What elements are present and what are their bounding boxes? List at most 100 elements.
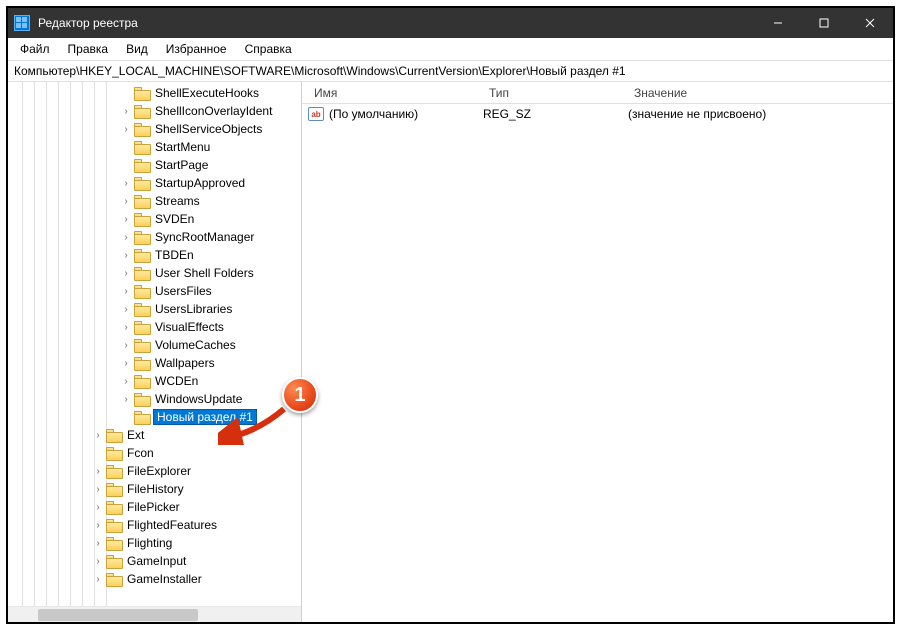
expander-icon[interactable]: ›	[120, 322, 132, 333]
expander-icon[interactable]: ›	[120, 304, 132, 315]
tree-node-label: Wallpapers	[153, 356, 217, 370]
tree-node[interactable]: ›GameInstaller	[8, 570, 301, 588]
horizontal-scrollbar[interactable]	[8, 606, 301, 622]
tree-node-label: FlightedFeatures	[125, 518, 219, 532]
string-value-icon: ab	[308, 107, 324, 121]
tree-node[interactable]: › Ext	[8, 426, 301, 444]
tree-node[interactable]: Fcon	[8, 444, 301, 462]
tree-node-label: FilePicker	[125, 500, 182, 514]
tree-node-label: FileHistory	[125, 482, 186, 496]
tree-node-label: Ext	[125, 428, 146, 442]
list-row[interactable]: ab (По умолчанию) REG_SZ (значение не пр…	[302, 104, 893, 124]
tree-node[interactable]: › StartupApproved	[8, 174, 301, 192]
column-value[interactable]: Значение	[628, 84, 893, 102]
folder-icon	[134, 285, 149, 297]
expander-icon[interactable]: ›	[120, 286, 132, 297]
tree-node-label: UsersLibraries	[153, 302, 234, 316]
tree-node[interactable]: ›Streams	[8, 192, 301, 210]
tree-node[interactable]: › WindowsUpdate	[8, 390, 301, 408]
expander-icon[interactable]: ›	[120, 394, 132, 405]
menu-favorites[interactable]: Избранное	[158, 40, 235, 58]
expander-icon[interactable]: ›	[92, 466, 104, 477]
folder-icon	[134, 375, 149, 387]
expander-icon[interactable]: ›	[120, 214, 132, 225]
tree-node-label: StartupApproved	[153, 176, 247, 190]
tree-node-label: User Shell Folders	[153, 266, 256, 280]
maximize-button[interactable]	[801, 8, 847, 38]
expander-icon[interactable]: ›	[120, 358, 132, 369]
tree-node[interactable]: StartPage	[8, 156, 301, 174]
tree-node-label: Flighting	[125, 536, 174, 550]
tree-node-label: ShellExecuteHooks	[153, 86, 261, 100]
expander-icon[interactable]: ›	[120, 196, 132, 207]
tree-node[interactable]: › FileHistory	[8, 480, 301, 498]
expander-icon[interactable]: ›	[92, 556, 104, 567]
expander-icon[interactable]: ›	[120, 124, 132, 135]
expander-icon[interactable]: ›	[92, 484, 104, 495]
tree-node[interactable]: › WCDEn	[8, 372, 301, 390]
tree-node[interactable]: ›ShellServiceObjects	[8, 120, 301, 138]
minimize-button[interactable]	[755, 8, 801, 38]
tree-node[interactable]: › User Shell Folders	[8, 264, 301, 282]
tree-node[interactable]: › FilePicker	[8, 498, 301, 516]
window-title: Редактор реестра	[38, 16, 138, 30]
tree-node[interactable]: › Flighting	[8, 534, 301, 552]
tree-node[interactable]: › TBDEn	[8, 246, 301, 264]
tree-node[interactable]: ›GameInput	[8, 552, 301, 570]
titlebar[interactable]: Редактор реестра	[8, 8, 893, 38]
app-icon	[14, 15, 30, 31]
expander-icon[interactable]: ›	[120, 250, 132, 261]
expander-icon[interactable]: ›	[92, 520, 104, 531]
tree-node[interactable]: StartMenu	[8, 138, 301, 156]
expander-icon[interactable]: ›	[92, 430, 104, 441]
tree-node-label: SyncRootManager	[153, 230, 256, 244]
tree-node-label: WCDEn	[153, 374, 200, 388]
tree-node-label-editing[interactable]: Новый раздел #1	[153, 409, 257, 425]
tree-node[interactable]: ›ShellIconOverlayIdent	[8, 102, 301, 120]
column-type[interactable]: Тип	[483, 84, 628, 102]
tree-node-label: TBDEn	[153, 248, 196, 262]
expander-icon[interactable]: ›	[92, 502, 104, 513]
menubar: Файл Правка Вид Избранное Справка	[8, 38, 893, 61]
folder-icon	[134, 321, 149, 333]
expander-icon[interactable]: ›	[120, 340, 132, 351]
tree-node[interactable]: ›UsersFiles	[8, 282, 301, 300]
tree-node[interactable]: ›VolumeCaches	[8, 336, 301, 354]
expander-icon[interactable]: ›	[92, 574, 104, 585]
folder-icon	[134, 159, 149, 171]
expander-icon[interactable]: ›	[120, 376, 132, 387]
address-bar[interactable]: Компьютер\HKEY_LOCAL_MACHINE\SOFTWARE\Mi…	[8, 61, 893, 82]
window: Редактор реестра Файл Правка Вид Избранн…	[6, 6, 895, 624]
expander-icon[interactable]: ›	[120, 232, 132, 243]
tree-node[interactable]: › UsersLibraries	[8, 300, 301, 318]
tree-node[interactable]: › FlightedFeatures	[8, 516, 301, 534]
folder-icon	[134, 105, 149, 117]
expander-icon[interactable]: ›	[120, 268, 132, 279]
address-path: Компьютер\HKEY_LOCAL_MACHINE\SOFTWARE\Mi…	[14, 64, 626, 78]
tree-node[interactable]: ShellExecuteHooks	[8, 84, 301, 102]
menu-view[interactable]: Вид	[118, 40, 156, 58]
tree-node-label: WindowsUpdate	[153, 392, 244, 406]
expander-icon[interactable]: ›	[120, 178, 132, 189]
folder-icon	[134, 141, 149, 153]
menu-help[interactable]: Справка	[237, 40, 300, 58]
column-name[interactable]: Имя	[308, 84, 483, 102]
expander-icon[interactable]: ›	[120, 106, 132, 117]
tree-node[interactable]: › Wallpapers	[8, 354, 301, 372]
tree-node[interactable]: Новый раздел #1	[8, 408, 301, 426]
folder-icon	[134, 231, 149, 243]
tree-node[interactable]: ›FileExplorer	[8, 462, 301, 480]
expander-icon[interactable]: ›	[92, 538, 104, 549]
tree-node-label: VisualEffects	[153, 320, 226, 334]
folder-icon	[134, 303, 149, 315]
folder-icon	[106, 465, 121, 477]
tree-node[interactable]: › SyncRootManager	[8, 228, 301, 246]
menu-edit[interactable]: Правка	[60, 40, 117, 58]
tree-node[interactable]: ›SVDEn	[8, 210, 301, 228]
tree-node[interactable]: › VisualEffects	[8, 318, 301, 336]
close-button[interactable]	[847, 8, 893, 38]
folder-icon	[134, 357, 149, 369]
list-rows: ab (По умолчанию) REG_SZ (значение не пр…	[302, 104, 893, 622]
menu-file[interactable]: Файл	[12, 40, 58, 58]
scrollbar-thumb[interactable]	[38, 609, 198, 621]
